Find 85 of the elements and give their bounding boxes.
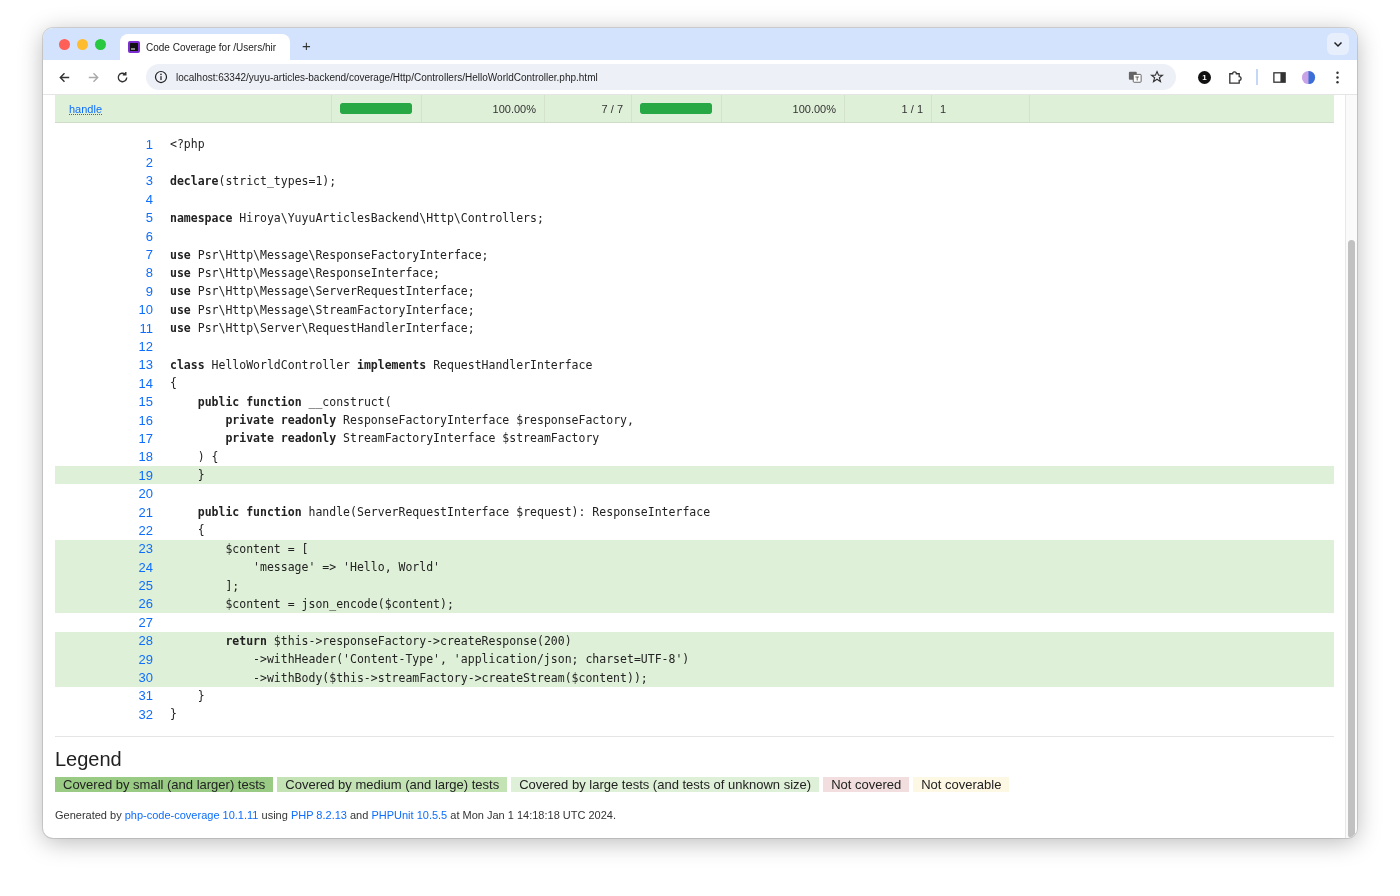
code-line: public function __construct( [196,394,392,409]
percent-text: 100.00% [792,102,836,115]
code-line: $content = [ [224,541,309,556]
extension-badge[interactable]: 1 [1198,70,1211,84]
line-number[interactable]: 16 [55,412,153,428]
line-number[interactable]: 30 [55,670,153,685]
line-number[interactable]: 5 [55,210,153,226]
code-line: ]; [224,578,240,593]
line-number[interactable]: 18 [55,449,153,465]
scrollbar-thumb[interactable] [1348,240,1355,838]
code-line: namespace Hiroya\YuyuArticlesBackend\Http\Controllers; [170,210,544,225]
line-number[interactable]: 11 [55,320,153,336]
code-line: ->withHeader('Content-Type', 'application/json; charset=UTF-8') [252,652,690,667]
line-number[interactable]: 2 [55,155,153,171]
line-number[interactable]: 31 [55,688,153,704]
code-line: class HelloWorldController implements RequestHandlerInterface [170,357,593,372]
code-line: } [170,707,177,722]
code-line: public function handle(ServerRequestInterface $request): ResponseInterface [196,505,711,519]
line-number[interactable]: 27 [55,614,153,630]
browser-tab[interactable]: Code Coverage for /Users/hir [120,34,290,60]
code-line: 'message' => 'Hello, World' [252,560,441,575]
code-line: { [196,523,205,538]
line-number[interactable]: 4 [55,191,153,207]
line-number[interactable]: 7 [55,247,153,263]
legend-item: Not coverable [913,776,1010,792]
legend-heading: Legend [55,746,123,771]
count-text: 7 / 7 [601,102,623,115]
line-number[interactable]: 25 [55,578,153,594]
code-line: $content = json_encode($content); [224,596,454,611]
info-icon [154,70,168,84]
legend-item: Covered by large tests (and tests of unknown size) [511,776,820,792]
app-icon [128,41,140,53]
new-tab-button[interactable]: + [302,37,311,54]
code-line: declare(strict_types=1); [170,173,337,188]
line-number[interactable]: 15 [55,394,153,410]
count-text: 1 / 1 [901,102,923,115]
footer-link[interactable]: PHPUnit 10.5.5 [371,808,448,821]
chevron-down-icon[interactable] [1327,33,1349,55]
line-number[interactable]: 23 [55,541,153,557]
line-number[interactable]: 1 [55,136,153,152]
footer-text: at Mon Jan 1 14:18:18 UTC 2024. [450,808,617,821]
code-line: private readonly ResponseFactoryInterface $responseFactory, [224,413,634,428]
line-number[interactable]: 17 [55,430,153,446]
line-number[interactable]: 22 [55,522,153,538]
code-line: <?php [170,137,205,152]
line-number[interactable]: 14 [55,375,153,391]
line-number[interactable]: 8 [55,265,153,281]
percent-text: 100.00% [492,102,536,115]
code-line: use Psr\Http\Server\RequestHandlerInterface; [170,321,475,336]
crap-text: 1 [940,102,947,115]
footer-text: using [261,808,288,821]
code-line: use Psr\Http\Message\ResponseInterface; [170,265,441,280]
footer-link[interactable]: php-code-coverage 10.1.11 [124,808,259,821]
legend-item: Covered by medium (and large) tests [277,776,508,792]
code-line: } [196,468,205,483]
line-number[interactable]: 26 [55,596,153,612]
line-number[interactable]: 19 [55,467,153,483]
code-line: { [170,376,177,391]
footer-text: and [350,808,369,821]
line-number[interactable]: 29 [55,651,153,667]
line-number[interactable]: 28 [55,633,153,649]
method-link[interactable]: handle [69,102,103,115]
footer-link[interactable]: PHP 8.2.13 [290,808,347,821]
line-number[interactable]: 13 [55,357,153,373]
line-number[interactable]: 6 [55,228,153,244]
legend-item: Not covered [823,776,910,792]
line-number[interactable]: 3 [55,173,153,189]
line-number[interactable]: 24 [55,559,153,575]
code-line: ->withBody($this->streamFactory->createStream($content)); [252,670,648,685]
line-number[interactable]: 12 [55,339,153,354]
code-line: private readonly StreamFactoryInterface $streamFactory [224,431,600,446]
footer-text: Generated by [55,808,122,821]
line-number[interactable]: 21 [55,504,153,520]
code-line: use Psr\Http\Message\StreamFactoryInterface; [170,302,475,317]
code-line: use Psr\Http\Message\ResponseFactoryInterface; [170,247,489,262]
line-number[interactable]: 10 [55,302,153,318]
legend-item: Covered by small (and larger) tests [55,776,274,792]
code-line: ) { [196,449,219,464]
code-line: return $this->responseFactory->createResponse(200) [224,633,572,648]
line-number[interactable]: 20 [55,486,153,502]
line-number[interactable]: 9 [55,283,153,299]
code-line: } [196,688,205,703]
address-bar[interactable]: localhost:63342/yuyu-articles-backend/coverage/Http/Controllers/HelloWorldController.php.html [146,64,1176,90]
line-number[interactable]: 32 [55,706,153,722]
code-line: use Psr\Http\Message\ServerRequestInterface; [170,284,475,299]
